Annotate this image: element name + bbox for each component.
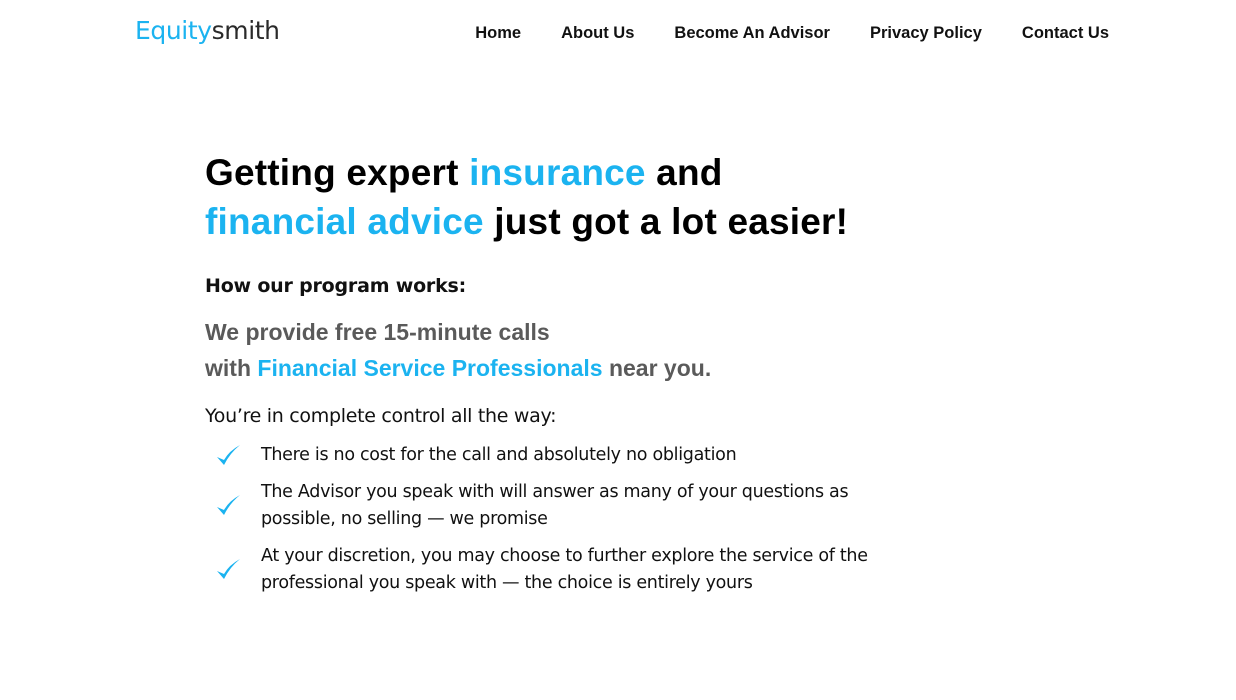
site-logo[interactable]: Equitysmith (135, 14, 280, 48)
control-heading: You’re in complete control all the way: (205, 405, 557, 427)
program-heading: How our program works: (205, 275, 467, 297)
provide-text: with (205, 355, 258, 381)
nav-link-privacy-policy[interactable]: Privacy Policy (870, 22, 982, 44)
checkmark-icon (205, 493, 261, 519)
program-description: We provide free 15-minute calls with Fin… (205, 314, 925, 386)
nav-link-contact-us[interactable]: Contact Us (1022, 22, 1109, 44)
provide-line-1: We provide free 15-minute calls (205, 319, 550, 345)
list-item: There is no cost for the call and absolu… (205, 442, 925, 469)
nav-link-become-an-advisor[interactable]: Become An Advisor (674, 22, 830, 44)
headline-part: and (645, 152, 723, 193)
provide-text: near you. (602, 355, 712, 381)
headline-highlight-financial-advice: financial advice (205, 201, 484, 242)
logo-text-equity: Equity (135, 16, 212, 45)
list-item: The Advisor you speak with will answer a… (205, 479, 925, 533)
main-nav: Home About Us Become An Advisor Privacy … (475, 22, 1109, 44)
nav-link-home[interactable]: Home (475, 22, 521, 44)
benefits-list: There is no cost for the call and absolu… (205, 442, 925, 597)
headline-highlight-insurance: insurance (469, 152, 646, 193)
hero-section: Getting expert insurance and financial a… (205, 148, 925, 607)
headline-part: Getting expert (205, 152, 470, 193)
list-item-text: There is no cost for the call and absolu… (261, 445, 737, 465)
list-item-text: At your discretion, you may choose to fu… (261, 546, 868, 593)
list-item-text: The Advisor you speak with will answer a… (261, 482, 849, 529)
provide-highlight: Financial Service Professionals (257, 355, 603, 381)
list-item: At your discretion, you may choose to fu… (205, 543, 925, 597)
nav-link-about-us[interactable]: About Us (561, 22, 634, 44)
checkmark-icon (205, 443, 261, 469)
headline-part: just got a lot easier! (483, 201, 849, 242)
checkmark-icon (205, 557, 261, 583)
logo-text-smith: smith (211, 16, 280, 45)
hero-headline: Getting expert insurance and financial a… (205, 148, 925, 246)
